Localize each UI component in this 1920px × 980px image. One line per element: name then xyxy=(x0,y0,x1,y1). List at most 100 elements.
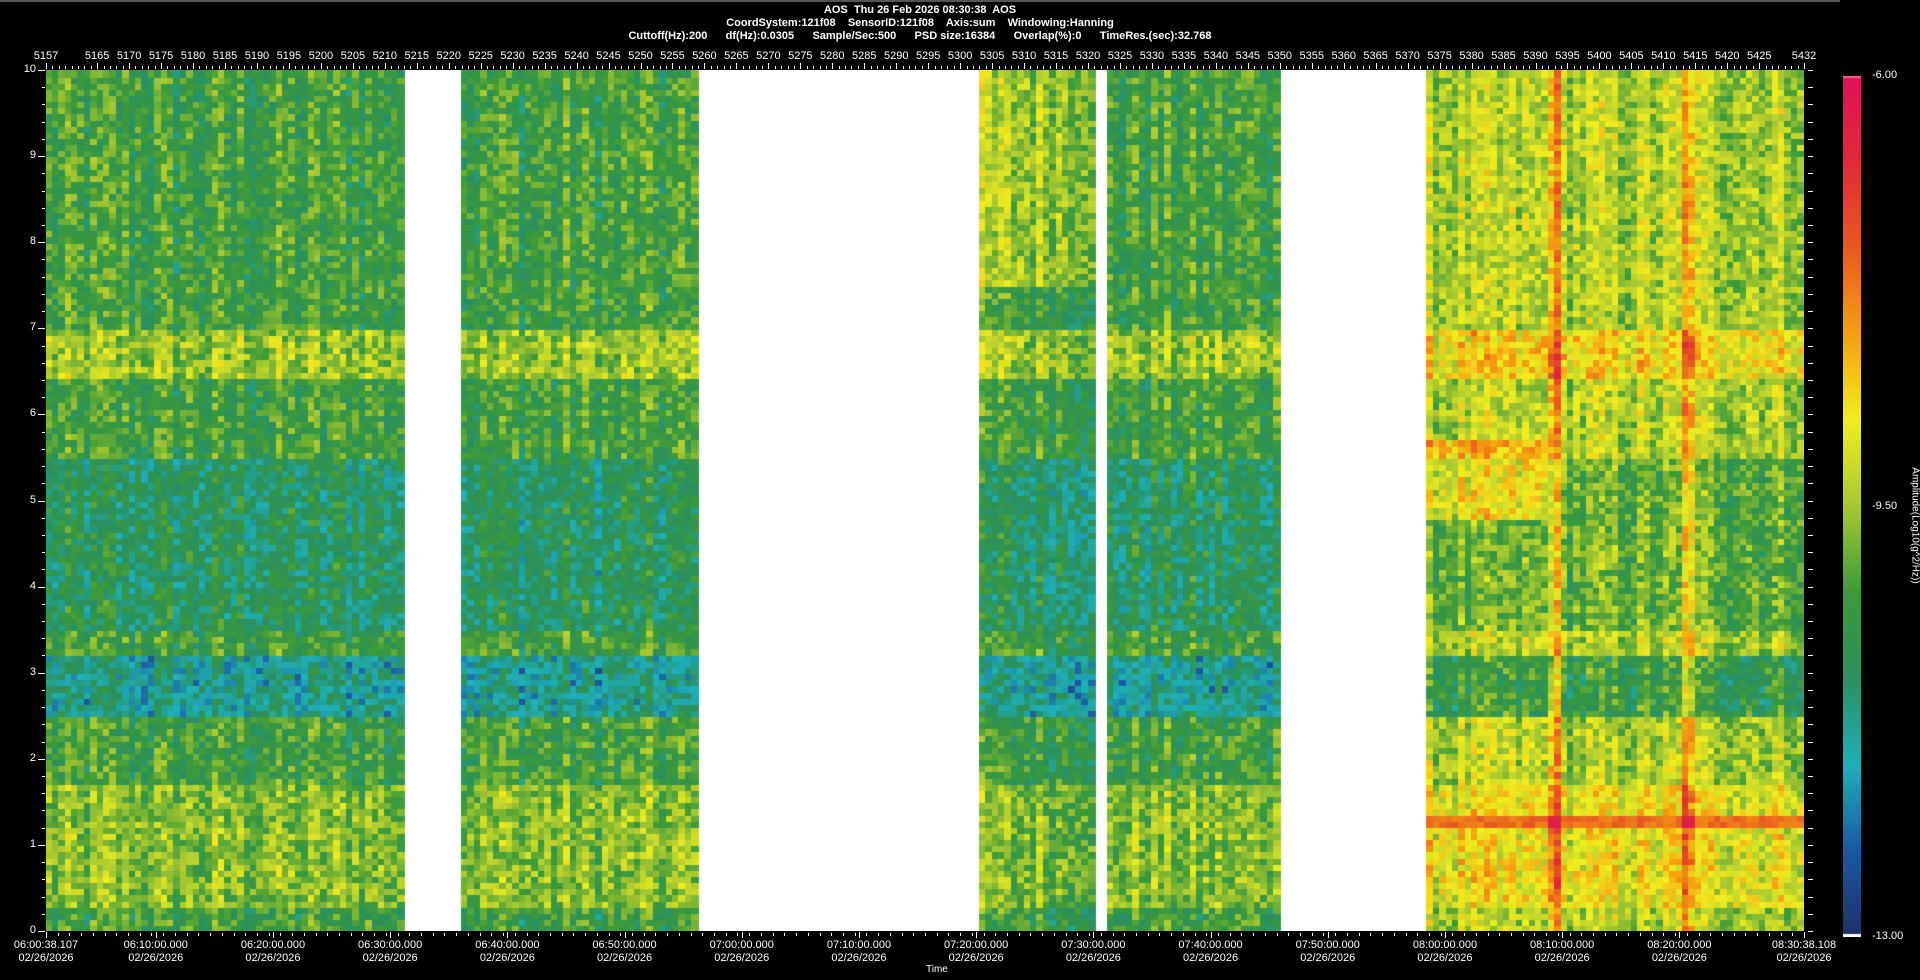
y-minor-tick xyxy=(42,207,45,209)
x-minor-tick xyxy=(1288,933,1290,936)
top-minor-tick xyxy=(1644,66,1646,69)
top-minor-tick xyxy=(838,66,840,69)
top-tick-label: 5225 xyxy=(468,50,493,62)
y-minor-tick xyxy=(42,517,45,519)
right-minor-tick xyxy=(1808,672,1813,674)
top-minor-tick xyxy=(1804,66,1805,69)
x-minor-tick xyxy=(1464,933,1466,936)
x-minor-tick xyxy=(1276,933,1278,936)
top-minor-tick xyxy=(403,66,405,69)
x-tick-time: 07:10:00.000 xyxy=(826,939,892,951)
x-minor-tick xyxy=(925,933,926,936)
x-minor-tick xyxy=(1581,933,1583,936)
y-minor-tick xyxy=(42,138,45,140)
x-minor-tick xyxy=(1311,933,1313,936)
top-minor-tick xyxy=(1433,66,1435,69)
top-tick-label: 5415 xyxy=(1683,50,1708,62)
top-minor-tick xyxy=(199,66,201,69)
x-minor-tick xyxy=(772,933,774,936)
top-minor-tick xyxy=(442,66,444,69)
top-minor-tick xyxy=(992,66,994,69)
right-minor-tick xyxy=(1808,293,1813,295)
top-tick-label: 5340 xyxy=(1203,50,1229,62)
top-minor-tick xyxy=(1158,66,1160,69)
top-minor-tick xyxy=(231,66,233,69)
top-tick-label: 5250 xyxy=(628,50,653,62)
x-minor-tick xyxy=(714,933,716,936)
top-minor-tick xyxy=(947,66,949,69)
top-minor-tick xyxy=(813,66,815,69)
x-minor-tick xyxy=(1452,933,1454,936)
x-minor-tick xyxy=(1534,933,1536,936)
top-minor-tick xyxy=(1791,66,1793,69)
spectrogram-plot[interactable] xyxy=(46,70,1804,931)
top-minor-tick xyxy=(1036,66,1038,69)
top-tick-label: 5305 xyxy=(979,50,1005,62)
top-minor-tick xyxy=(224,66,226,69)
top-minor-tick xyxy=(730,66,732,69)
top-minor-tick xyxy=(1177,66,1179,69)
top-minor-tick xyxy=(1593,66,1595,69)
top-minor-tick xyxy=(602,66,604,69)
top-minor-tick xyxy=(1267,66,1268,69)
x-minor-tick xyxy=(1053,933,1055,936)
x-minor-tick xyxy=(339,933,340,936)
top-minor-tick xyxy=(410,66,412,69)
top-minor-tick xyxy=(1688,66,1690,69)
right-minor-tick xyxy=(1808,276,1813,278)
top-minor-tick xyxy=(666,66,668,69)
y-minor-tick xyxy=(42,311,45,313)
y-minor-tick xyxy=(42,414,45,416)
y-minor-tick xyxy=(42,707,45,709)
top-minor-tick xyxy=(1759,66,1761,69)
top-minor-tick xyxy=(909,66,911,69)
y-minor-tick xyxy=(42,621,45,623)
top-minor-tick xyxy=(1676,66,1678,69)
top-minor-tick xyxy=(1746,66,1748,69)
top-minor-tick xyxy=(1561,66,1563,69)
top-minor-tick xyxy=(1490,66,1492,69)
x-minor-tick xyxy=(796,933,798,936)
top-minor-tick xyxy=(122,66,124,69)
top-minor-tick xyxy=(1151,66,1153,69)
top-minor-tick xyxy=(467,66,469,69)
spectrogram-heatmap[interactable] xyxy=(46,70,1804,931)
x-tick-date: 02/26/2026 xyxy=(948,952,1004,964)
right-minor-tick xyxy=(1808,345,1813,347)
top-minor-tick xyxy=(320,66,322,69)
right-minor-tick xyxy=(1808,621,1813,623)
x-minor-tick xyxy=(1124,933,1126,936)
top-minor-tick xyxy=(71,66,73,69)
x-tick xyxy=(976,932,978,938)
top-minor-tick xyxy=(1752,66,1754,69)
x-minor-tick xyxy=(702,933,704,936)
top-minor-tick xyxy=(314,66,316,69)
top-minor-tick xyxy=(832,66,834,69)
right-minor-tick xyxy=(1808,500,1813,502)
top-minor-tick xyxy=(934,66,936,69)
right-minor-tick xyxy=(1808,655,1813,657)
top-tick-label: 5335 xyxy=(1171,50,1197,62)
x-minor-tick xyxy=(81,933,83,936)
top-tick-label: 5300 xyxy=(947,50,973,62)
x-minor-tick xyxy=(620,933,622,936)
top-minor-tick xyxy=(1446,66,1447,69)
top-minor-tick xyxy=(1535,66,1537,69)
top-minor-tick xyxy=(455,66,457,69)
x-minor-tick xyxy=(104,933,106,936)
x-minor-tick xyxy=(1651,933,1653,936)
top-minor-tick xyxy=(391,66,393,69)
y-minor-tick xyxy=(42,397,45,399)
x-minor-tick xyxy=(1241,933,1243,936)
right-minor-tick xyxy=(1808,414,1813,416)
y-minor-tick xyxy=(42,655,45,657)
x-minor-tick xyxy=(1546,933,1548,936)
top-minor-tick xyxy=(365,66,367,69)
x-tick-time: 08:30:38.108 xyxy=(1771,939,1837,951)
top-minor-tick xyxy=(1330,66,1332,69)
right-minor-tick xyxy=(1808,431,1813,433)
x-tick-date: 02/26/2026 xyxy=(128,952,184,964)
top-minor-tick xyxy=(570,66,572,69)
x-minor-tick xyxy=(1042,933,1044,936)
top-minor-tick xyxy=(378,66,380,69)
